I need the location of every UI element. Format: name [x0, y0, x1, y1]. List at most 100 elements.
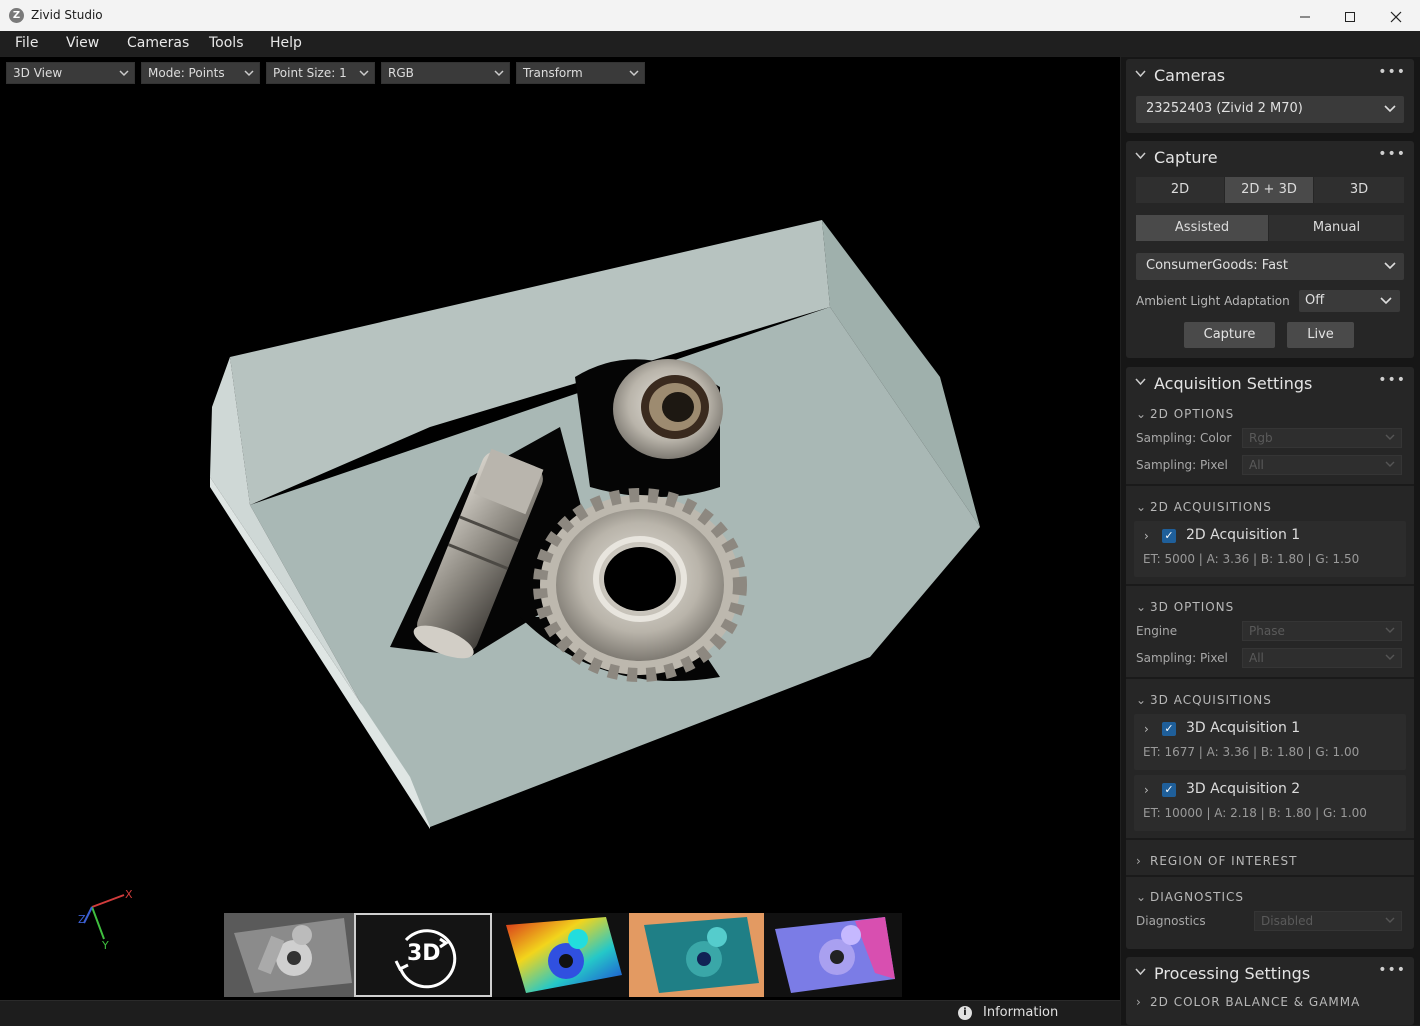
chevron-right-icon[interactable]: › [1144, 783, 1149, 797]
acquisition-2d-1[interactable]: › ✓ 2D Acquisition 1 ET: 5000 | A: 3.36 … [1134, 521, 1406, 577]
settings-mode-toggle: Assisted Manual [1136, 215, 1404, 241]
acquisitions-3d-title: 3D ACQUISITIONS [1150, 693, 1272, 707]
settings-mode-assisted[interactable]: Assisted [1136, 215, 1268, 241]
view-select[interactable]: 3D View [6, 62, 135, 84]
chevron-down-icon [359, 70, 369, 77]
options-3d-section[interactable]: ⌄ 3D OPTIONS [1136, 600, 1234, 614]
chevron-down-icon [1385, 917, 1395, 923]
point-size-select[interactable]: Point Size: 1 [266, 62, 375, 84]
more-options-icon[interactable]: ••• [1378, 372, 1406, 388]
color-select[interactable]: RGB [381, 62, 510, 84]
engine-value: Phase [1249, 624, 1285, 638]
chevron-down-icon [1384, 262, 1396, 270]
ambient-light-value: Off [1305, 293, 1325, 308]
cameras-panel-title: Cameras [1154, 66, 1226, 85]
sampling-color-value: Rgb [1249, 431, 1273, 445]
color-balance-title: 2D COLOR BALANCE & GAMMA [1150, 995, 1361, 1009]
settings-mode-manual[interactable]: Manual [1269, 215, 1404, 241]
capture-button[interactable]: Capture [1184, 322, 1275, 348]
settings-sidebar: Cameras ••• 23252403 (Zivid 2 M70) Captu… [1121, 57, 1420, 1025]
divider [1126, 838, 1414, 840]
capture-mode-2d[interactable]: 2D [1136, 177, 1224, 203]
close-button[interactable] [1373, 0, 1419, 31]
diagnostics-select: Disabled [1254, 911, 1402, 931]
menu-view[interactable]: View [66, 35, 99, 51]
upper-gear-bore [662, 392, 694, 422]
region-of-interest-section[interactable]: › REGION OF INTEREST [1136, 854, 1297, 868]
cameras-panel-header[interactable]: Cameras ••• [1126, 59, 1414, 91]
preset-select-value: ConsumerGoods: Fast [1146, 258, 1288, 273]
close-icon [1390, 11, 1402, 22]
chevron-down-icon [1385, 654, 1395, 660]
acquisition-3d-1-params: ET: 1677 | A: 3.36 | B: 1.80 | G: 1.00 [1143, 745, 1360, 759]
options-3d-title: 3D OPTIONS [1150, 600, 1235, 614]
acquisition-3d-2[interactable]: › ✓ 3D Acquisition 2 ET: 10000 | A: 2.18… [1134, 775, 1406, 831]
menu-bar: File View Cameras Tools Help [0, 31, 1420, 56]
more-options-icon[interactable]: ••• [1378, 146, 1406, 162]
sampling-pixel-3d-value: All [1249, 651, 1264, 665]
capture-mode-3d[interactable]: 3D [1314, 177, 1404, 203]
chevron-down-icon [1384, 105, 1396, 113]
acquisition-2d-1-checkbox[interactable]: ✓ [1162, 529, 1176, 543]
acquisitions-2d-title: 2D ACQUISITIONS [1150, 500, 1272, 514]
more-options-icon[interactable]: ••• [1378, 64, 1406, 80]
acquisition-3d-2-params: ET: 10000 | A: 2.18 | B: 1.80 | G: 1.00 [1143, 806, 1367, 820]
color-balance-section[interactable]: › 2D COLOR BALANCE & GAMMA [1136, 995, 1360, 1009]
camera-select[interactable]: 23252403 (Zivid 2 M70) [1136, 96, 1404, 123]
thumbnail-2d-image[interactable] [224, 913, 354, 997]
sampling-pixel-2d-label: Sampling: Pixel [1136, 458, 1228, 472]
thumbnail-snr-preview [629, 913, 764, 997]
view-select-value: 3D View [13, 66, 63, 80]
preset-select[interactable]: ConsumerGoods: Fast [1136, 253, 1404, 280]
capture-panel-header[interactable]: Capture ••• [1126, 141, 1414, 173]
menu-help[interactable]: Help [270, 35, 302, 51]
menu-cameras[interactable]: Cameras [127, 35, 189, 51]
chevron-down-icon [1385, 434, 1395, 440]
transform-select[interactable]: Transform [516, 62, 645, 84]
options-2d-section[interactable]: ⌄ 2D OPTIONS [1136, 407, 1234, 421]
acquisition-3d-2-name: 3D Acquisition 2 [1186, 781, 1301, 797]
axis-x-label: X [125, 888, 133, 901]
mode-select[interactable]: Mode: Points [141, 62, 260, 84]
thumbnail-normals-map[interactable] [765, 913, 902, 997]
more-options-icon[interactable]: ••• [1378, 962, 1406, 978]
transform-select-value: Transform [523, 66, 583, 80]
thumbnail-normals-preview [775, 917, 895, 993]
acquisition-3d-2-checkbox[interactable]: ✓ [1162, 783, 1176, 797]
color-select-value: RGB [388, 66, 414, 80]
thumbnail-depth-preview [506, 917, 622, 993]
thumbnail-3d-view[interactable]: 3D [354, 913, 492, 997]
acquisition-3d-1[interactable]: › ✓ 3D Acquisition 1 ET: 1677 | A: 3.36 … [1134, 714, 1406, 770]
mode-select-value: Mode: Points [148, 66, 225, 80]
diagnostics-section[interactable]: ⌄ DIAGNOSTICS [1136, 890, 1244, 904]
chevron-down-icon [1135, 968, 1146, 976]
minimize-button[interactable] [1282, 0, 1328, 31]
axis-gizmo: X Y Z [78, 888, 133, 952]
diagnostics-title: DIAGNOSTICS [1150, 890, 1244, 904]
cameras-panel: Cameras ••• 23252403 (Zivid 2 M70) [1126, 59, 1414, 133]
info-icon[interactable]: i [958, 1006, 972, 1020]
processing-settings-header[interactable]: Processing Settings ••• [1126, 957, 1414, 989]
chevron-right-icon[interactable]: › [1144, 529, 1149, 543]
menu-file[interactable]: File [15, 35, 38, 51]
acquisitions-2d-section[interactable]: ⌄ 2D ACQUISITIONS [1136, 500, 1272, 514]
acquisition-settings-header[interactable]: Acquisition Settings ••• [1126, 367, 1414, 399]
point-cloud-viewport[interactable]: 3D View Mode: Points Point Size: 1 RGB T… [0, 57, 1120, 1000]
menu-tools[interactable]: Tools [209, 35, 244, 51]
ambient-light-select[interactable]: Off [1299, 290, 1400, 312]
acquisitions-3d-section[interactable]: ⌄ 3D ACQUISITIONS [1136, 693, 1272, 707]
thumbnail-snr-map[interactable] [629, 913, 764, 997]
live-button[interactable]: Live [1287, 322, 1354, 348]
capture-mode-toggle: 2D 2D + 3D 3D [1136, 177, 1404, 203]
capture-mode-2d-3d[interactable]: 2D + 3D [1225, 177, 1313, 203]
acquisition-3d-1-checkbox[interactable]: ✓ [1162, 722, 1176, 736]
thumbnail-depth-map[interactable] [496, 913, 628, 997]
minimize-icon [1300, 16, 1310, 17]
information-label[interactable]: Information [983, 1005, 1058, 1020]
acquisition-settings-title: Acquisition Settings [1154, 374, 1313, 393]
maximize-button[interactable] [1327, 0, 1373, 31]
capture-panel: Capture ••• 2D 2D + 3D 3D Assisted Manua… [1126, 141, 1414, 358]
sampling-pixel-2d-select: All [1242, 455, 1402, 475]
chevron-right-icon[interactable]: › [1144, 722, 1149, 736]
status-bar: i Information [0, 1000, 1120, 1026]
